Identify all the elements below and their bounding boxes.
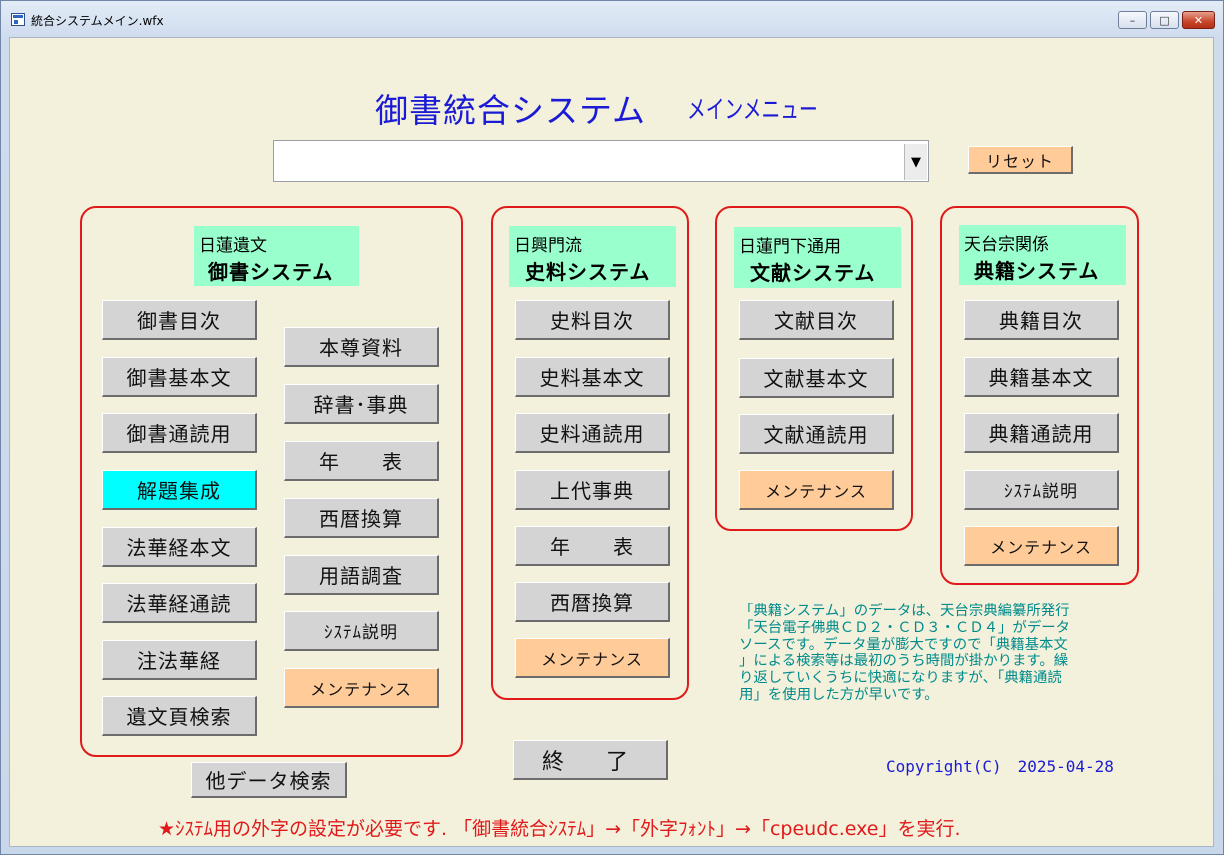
bunken-basic-text-button[interactable]: 文献基本文 bbox=[739, 358, 894, 398]
shiryo-basic-text-button[interactable]: 史料基本文 bbox=[515, 357, 670, 397]
tenseki-basic-text-button[interactable]: 典籍基本文 bbox=[964, 357, 1119, 397]
tenseki-toc-button[interactable]: 典籍目次 bbox=[964, 300, 1119, 340]
lotus-sutra-reading-button[interactable]: 法華経通読 bbox=[102, 583, 257, 623]
gosho-system-header: 日蓮遺文 御書システム bbox=[194, 226, 359, 286]
term-search-button[interactable]: 用語調査 bbox=[284, 555, 439, 595]
honzon-materials-button[interactable]: 本尊資料 bbox=[284, 327, 439, 367]
notice-line: ソースです。データ量が膨大ですので「典籍基本文 bbox=[739, 636, 1068, 653]
gosho-basic-text-button[interactable]: 御書基本文 bbox=[102, 357, 257, 397]
window-title: 統合システムメイン.wfx bbox=[31, 14, 164, 28]
bunken-system-header: 日蓮門下通用 文献システム bbox=[734, 227, 901, 288]
gosho-maintenance-button[interactable]: メンテナンス bbox=[284, 668, 439, 708]
minimize-button[interactable]: – bbox=[1118, 11, 1147, 29]
shiryo-header-line1: 日興門流 bbox=[514, 236, 582, 256]
shiryo-system-header: 日興門流 史料システム bbox=[509, 226, 676, 287]
bunken-system-panel: 日蓮門下通用 文献システム 文献目次 文献基本文 文献通読用 メンテナンス bbox=[715, 206, 913, 531]
notice-line: 用」を使用した方が早いです。 bbox=[739, 686, 939, 703]
year-conversion-button[interactable]: 西暦換算 bbox=[284, 498, 439, 538]
tenseki-reading-button[interactable]: 典籍通読用 bbox=[964, 413, 1119, 453]
dropdown-arrow-icon[interactable]: ▼ bbox=[904, 144, 927, 180]
exit-button[interactable]: 終 了 bbox=[513, 740, 668, 780]
bunken-maintenance-button[interactable]: メンテナンス bbox=[739, 470, 894, 510]
gosho-header-line1: 日蓮遺文 bbox=[199, 236, 267, 256]
app-window-icon bbox=[11, 13, 25, 26]
bunken-header-line2: 文献システム bbox=[750, 261, 876, 285]
shiryo-year-conversion-button[interactable]: 西暦換算 bbox=[515, 582, 670, 622]
gosho-system-panel: 日蓮遺文 御書システム 御書目次 御書基本文 御書通読用 解題集成 法華経本文 … bbox=[80, 206, 463, 757]
annotated-lotus-sutra-button[interactable]: 注法華経 bbox=[102, 640, 257, 680]
gosho-toc-button[interactable]: 御書目次 bbox=[102, 300, 257, 340]
system-description-button[interactable]: ｼｽﾃﾑ説明 bbox=[284, 611, 439, 651]
shiryo-toc-button[interactable]: 史料目次 bbox=[515, 300, 670, 340]
other-data-search-button[interactable]: 他データ検索 bbox=[191, 762, 347, 798]
reset-button[interactable]: リセット bbox=[968, 146, 1073, 174]
shiryo-system-panel: 日興門流 史料システム 史料目次 史料基本文 史料通読用 上代事典 年 表 西暦… bbox=[491, 206, 689, 700]
tenseki-notice-text: 「典籍システム」のデータは、天台宗典編纂所発行 「天台電子佛典ＣＤ２・ＣＤ３・Ｃ… bbox=[739, 603, 1119, 713]
shiryo-reading-button[interactable]: 史料通読用 bbox=[515, 413, 670, 453]
search-combobox[interactable]: ▼ bbox=[273, 140, 929, 182]
chronology-button[interactable]: 年 表 bbox=[284, 441, 439, 481]
gosho-header-line2: 御書システム bbox=[208, 260, 334, 284]
dictionary-button[interactable]: 辞書･事典 bbox=[284, 384, 439, 424]
ibun-page-search-button[interactable]: 遺文頁検索 bbox=[102, 696, 257, 736]
page-title: 御書統合システム bbox=[375, 91, 647, 130]
bunken-reading-button[interactable]: 文献通読用 bbox=[739, 414, 894, 454]
title-bar[interactable]: 統合システムメイン.wfx – □ ✕ bbox=[1, 1, 1223, 37]
kaidai-collection-button[interactable]: 解題集成 bbox=[102, 470, 257, 510]
shiryo-header-line2: 史料システム bbox=[525, 260, 651, 284]
page-subtitle: メインメニュー bbox=[687, 96, 818, 124]
jodai-encyclopedia-button[interactable]: 上代事典 bbox=[515, 470, 670, 510]
bunken-header-line1: 日蓮門下通用 bbox=[739, 237, 841, 257]
close-button[interactable]: ✕ bbox=[1182, 11, 1215, 29]
lotus-sutra-text-button[interactable]: 法華経本文 bbox=[102, 527, 257, 567]
gosho-reading-button[interactable]: 御書通読用 bbox=[102, 413, 257, 453]
maximize-button[interactable]: □ bbox=[1150, 11, 1179, 29]
gaiji-setup-note: ★ｼｽﾃﾑ用の外字の設定が必要です. 「御書統合ｼｽﾃﾑ」→「外字ﾌｫﾝﾄ」→「… bbox=[158, 818, 961, 840]
bunken-toc-button[interactable]: 文献目次 bbox=[739, 300, 894, 340]
notice-line: 「典籍システム」のデータは、天台宗典編纂所発行 bbox=[739, 603, 1070, 619]
copyright-text: Copyright(C) 2025-04-28 bbox=[886, 757, 1114, 776]
notice-line: 「天台電子佛典ＣＤ２・ＣＤ３・ＣＤ４」がデータ bbox=[739, 619, 1070, 636]
tenseki-maintenance-button[interactable]: メンテナンス bbox=[964, 526, 1119, 566]
tenseki-header-line2: 典籍システム bbox=[974, 259, 1100, 283]
notice-line: り返していくうちに快適になりますが、「典籍通読 bbox=[739, 670, 1062, 687]
shiryo-maintenance-button[interactable]: メンテナンス bbox=[515, 638, 670, 678]
tenseki-system-panel: 天台宗関係 典籍システム 典籍目次 典籍基本文 典籍通読用 ｼｽﾃﾑ説明 メンテ… bbox=[940, 206, 1139, 585]
shiryo-chronology-button[interactable]: 年 表 bbox=[515, 526, 670, 566]
tenseki-system-header: 天台宗関係 典籍システム bbox=[959, 225, 1126, 285]
app-window: 統合システムメイン.wfx – □ ✕ 御書統合システム メインメニュー ▼ リ… bbox=[0, 0, 1224, 855]
tenseki-header-line1: 天台宗関係 bbox=[964, 235, 1049, 255]
search-input[interactable] bbox=[276, 143, 900, 181]
notice-line: 」による検索等は最初のうち時間が掛かります。繰 bbox=[739, 653, 1069, 670]
tenseki-system-description-button[interactable]: ｼｽﾃﾑ説明 bbox=[964, 470, 1119, 510]
main-form: 御書統合システム メインメニュー ▼ リセット 日蓮遺文 御書システム 御書目次… bbox=[9, 37, 1214, 847]
